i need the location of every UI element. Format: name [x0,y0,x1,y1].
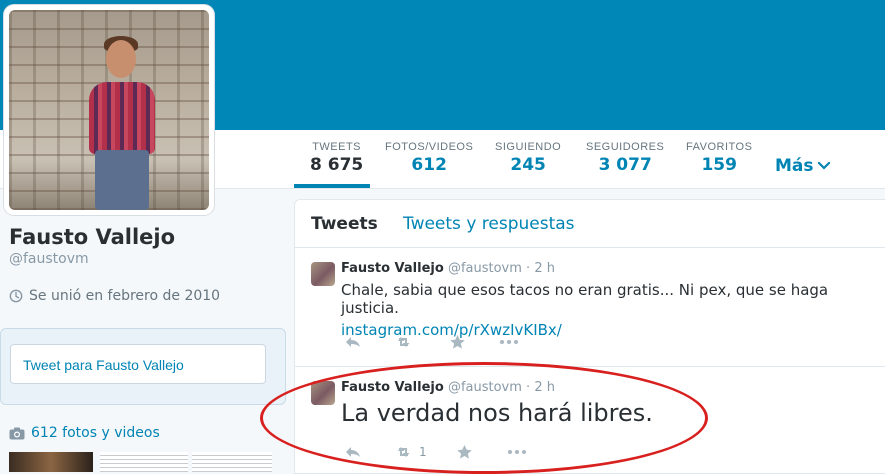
favorite-icon[interactable] [447,334,467,350]
stat-following[interactable]: SIGUIENDO 245 [495,141,561,175]
tweet-actions: 1 [343,444,527,460]
photos-label: 612 fotos y videos [31,425,160,441]
active-tab-indicator [294,184,370,188]
reply-icon[interactable] [343,444,363,460]
tweet-body: La verdad nos hará libres. [341,399,653,427]
reply-icon[interactable] [343,334,363,350]
joined-label: Se unió en febrero de 2010 [29,288,221,304]
stat-label: FAVORITOS [686,141,753,153]
photo-thumbnail[interactable] [192,452,272,472]
stat-value: 612 [411,155,447,175]
stat-value: 8 675 [310,155,364,175]
chevron-down-icon [817,162,830,170]
tweet-time[interactable]: 2 h [534,261,555,276]
tweet-time[interactable]: 2 h [534,380,555,395]
retweet-count: 1 [419,445,427,459]
joined-date: Se unió en febrero de 2010 [9,288,220,304]
retweet-icon[interactable] [395,334,415,350]
tweet-to-box: Tweet para Fausto Vallejo [0,328,286,405]
tweet[interactable]: Fausto Vallejo @faustovm · 2 h Chale, sa… [295,248,885,367]
tweet-author-name[interactable]: Fausto Vallejo [341,380,444,395]
tweet-avatar[interactable] [311,262,335,286]
tweet-author-name[interactable]: Fausto Vallejo [341,261,444,276]
tweet-actions [343,334,519,350]
more-icon[interactable] [499,334,519,350]
more-menu-button[interactable]: Más [775,156,830,176]
stat-photos-videos[interactable]: FOTOS/VIDEOS 612 [385,141,473,175]
tweet-separator: · [526,261,531,276]
stat-label: SEGUIDORES [586,141,665,153]
stat-favorites[interactable]: FAVORITOS 159 [686,141,752,175]
more-icon[interactable] [507,444,527,460]
stat-label: TWEETS [312,141,362,153]
stat-label: SIGUIENDO [495,141,562,153]
profile-handle[interactable]: @faustovm [9,251,89,267]
camera-icon [9,427,25,439]
stat-label: FOTOS/VIDEOS [385,141,474,153]
retweet-icon[interactable] [395,444,415,460]
tweet-body: Chale, sabia que esos tacos no eran grat… [341,281,829,317]
tweet[interactable]: Fausto Vallejo @faustovm · 2 h La verdad… [295,367,885,473]
avatar-photo [9,10,209,210]
tab-tweets[interactable]: Tweets [311,214,378,234]
photos-videos-link[interactable]: 612 fotos y videos [9,425,160,441]
tweet-to-input[interactable]: Tweet para Fausto Vallejo [10,344,266,384]
stat-value: 3 077 [598,155,652,175]
clock-icon [9,289,23,303]
profile-name[interactable]: Fausto Vallejo [9,225,175,249]
avatar[interactable] [4,5,214,215]
tweet-header: Fausto Vallejo @faustovm · 2 h [341,261,555,276]
stat-followers[interactable]: SEGUIDORES 3 077 [586,141,664,175]
tweet-separator: · [526,380,531,395]
tweet-author-handle[interactable]: @faustovm [448,261,522,276]
tweet-header: Fausto Vallejo @faustovm · 2 h [341,380,555,395]
stream-tabs: Tweets Tweets y respuestas [295,200,885,248]
stat-value: 245 [510,155,546,175]
tweet-stream: Tweets Tweets y respuestas Fausto Vallej… [294,199,885,474]
tab-tweets-replies[interactable]: Tweets y respuestas [403,214,575,234]
photo-thumbnail[interactable] [100,452,188,472]
more-label: Más [775,156,814,176]
tweet-avatar[interactable] [311,381,335,405]
favorite-icon[interactable] [455,444,475,460]
stat-tweets[interactable]: TWEETS 8 675 [310,141,363,175]
tweet-author-handle[interactable]: @faustovm [448,380,522,395]
stat-value: 159 [701,155,737,175]
photo-thumbnail[interactable] [9,452,93,472]
